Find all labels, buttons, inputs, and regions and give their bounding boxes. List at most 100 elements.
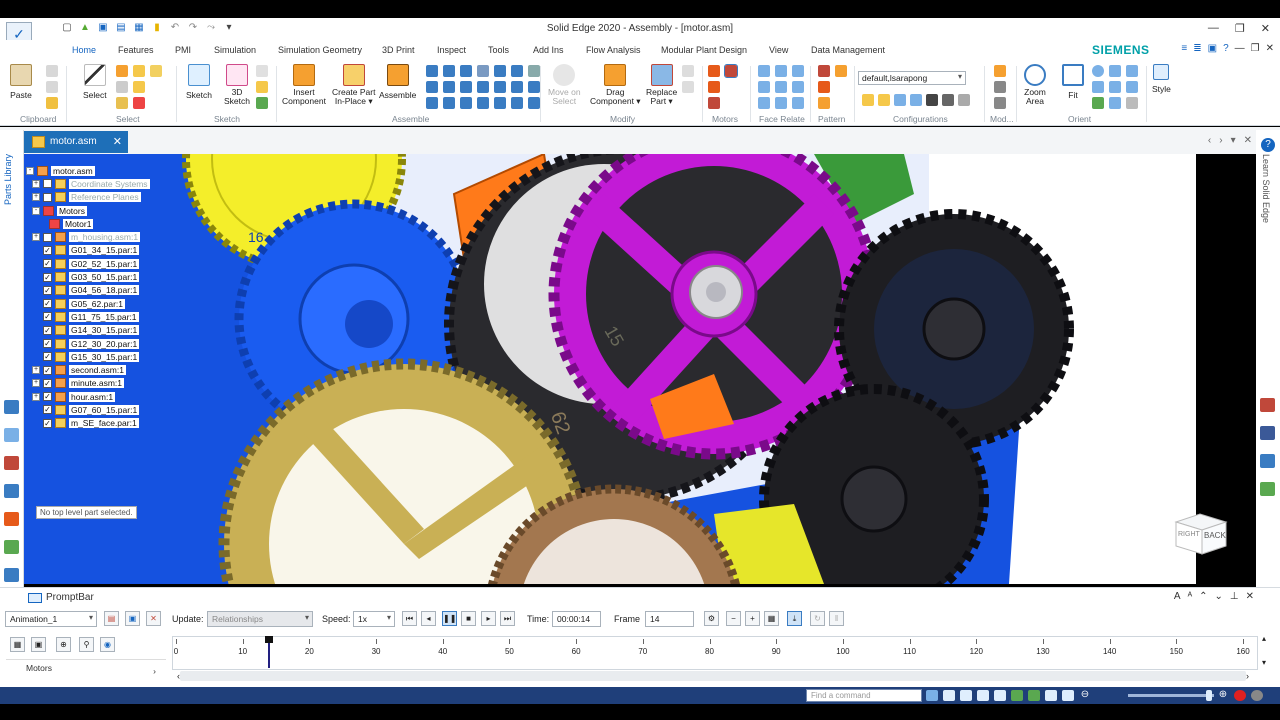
select-find-icon[interactable] <box>150 65 162 77</box>
tree-row[interactable]: ✓ G14_30_15.par:1 <box>26 324 166 337</box>
gear-settings-icon[interactable] <box>1251 690 1263 701</box>
features-icon[interactable] <box>4 540 19 554</box>
minimize-ribbon-icon[interactable]: — <box>1235 43 1245 54</box>
parallel-icon[interactable] <box>460 97 472 109</box>
youtube-icon[interactable] <box>1260 398 1275 412</box>
share-icon[interactable] <box>926 690 938 701</box>
tree-display-checkbox[interactable] <box>43 192 52 202</box>
sketch-pencil-icon[interactable] <box>256 97 268 109</box>
pan-view-icon[interactable] <box>994 690 1006 701</box>
tree-row[interactable]: ✓ G12_30_20.par:1 <box>26 337 166 350</box>
planar-icon[interactable] <box>426 81 438 93</box>
print-icon[interactable]: ▦ <box>132 22 146 34</box>
tab-scroll-right-icon[interactable]: › <box>1219 135 1222 146</box>
tree-display-checkbox[interactable]: ✓ <box>43 312 52 322</box>
tree-expand-toggle[interactable]: + <box>32 366 40 375</box>
tree-row[interactable]: ✓ G01_34_15.par:1 <box>26 244 166 257</box>
tab-list-icon[interactable]: ▾ <box>1231 135 1236 146</box>
timeline-scrollbar[interactable] <box>180 671 1246 681</box>
modify-transfer-icon[interactable] <box>682 81 694 93</box>
close-all-icon[interactable]: ✕ <box>1244 135 1252 146</box>
axial-icon[interactable] <box>511 65 523 77</box>
select-toggle-icon[interactable] <box>133 81 145 93</box>
redo-icon[interactable]: ↷ <box>186 22 200 34</box>
3d-viewport[interactable]: 16 62 15 <box>24 154 1196 584</box>
table-icon[interactable] <box>4 568 19 582</box>
match-icon[interactable] <box>426 97 438 109</box>
rigid-icon[interactable] <box>511 81 523 93</box>
along-curve-icon[interactable] <box>818 97 830 109</box>
zoom-out-timeline-icon[interactable]: − <box>726 611 741 626</box>
grid-icon[interactable] <box>528 65 540 77</box>
insert-icon[interactable] <box>460 65 472 77</box>
update-select[interactable]: Relationships <box>207 611 313 627</box>
notes-icon[interactable]: ▮ <box>150 22 164 34</box>
tree-expand-toggle[interactable]: + <box>32 179 40 188</box>
fix-icon[interactable] <box>511 97 523 109</box>
config-display-icon[interactable] <box>894 94 906 106</box>
path-icon[interactable] <box>494 81 506 93</box>
config-zone-icon[interactable] <box>910 94 922 106</box>
zoom-area-button[interactable]: Zoom Area <box>1024 64 1046 106</box>
orbit-icon[interactable] <box>1011 690 1023 701</box>
record-icon[interactable]: ▦ <box>764 611 779 626</box>
orient-green-icon[interactable] <box>1092 97 1104 109</box>
link-icon[interactable]: ⤳ <box>204 22 218 34</box>
expand-up-icon[interactable]: ⌃ <box>1199 591 1207 602</box>
undo-icon[interactable]: ↶ <box>168 22 182 34</box>
tab-simulation-geometry[interactable]: Simulation Geometry <box>278 45 362 55</box>
move-on-select-button[interactable]: Move on Select <box>548 64 581 106</box>
face-align-icon[interactable] <box>792 97 804 109</box>
tree-display-checkbox[interactable]: ✓ <box>43 285 52 295</box>
font-decrease-icon[interactable]: ᴬ <box>1188 591 1193 602</box>
tree-row[interactable]: + Reference Planes <box>26 191 166 204</box>
command-finder[interactable]: Find a command <box>806 689 922 702</box>
tree-row[interactable]: - motor.asm <box>26 164 166 177</box>
tree-expand-toggle[interactable]: - <box>26 166 34 175</box>
tab-features[interactable]: Features <box>118 45 154 55</box>
tree-display-checkbox[interactable]: ✓ <box>43 299 52 309</box>
view-cube[interactable]: RIGHT BACK <box>1172 508 1230 556</box>
timeline-scroll-up-icon[interactable]: ▴ <box>1262 634 1266 643</box>
tree-display-checkbox[interactable] <box>43 232 52 242</box>
assemble-button[interactable]: Assemble <box>379 64 416 100</box>
insert-component-button[interactable]: Insert Component <box>282 64 326 106</box>
sketch-copy-icon[interactable] <box>256 65 268 77</box>
modify-copy-icon[interactable] <box>682 65 694 77</box>
tree-row[interactable]: - Motors <box>26 204 166 217</box>
tab-pmi[interactable]: PMI <box>175 45 191 55</box>
pin-icon[interactable]: ⊥ <box>1230 591 1239 602</box>
pan-icon[interactable] <box>1092 81 1104 93</box>
tree-display-checkbox[interactable]: ✓ <box>43 259 52 269</box>
zoom-minus-icon[interactable]: ⊖ <box>1079 690 1091 701</box>
tree-row[interactable]: ✓ G15_30_15.par:1 <box>26 350 166 363</box>
tree-display-checkbox[interactable]: ✓ <box>43 405 52 415</box>
tree-display-checkbox[interactable]: ✓ <box>43 272 52 282</box>
3d-sketch-button[interactable]: 3D Sketch <box>224 64 250 106</box>
close-window-icon[interactable]: ✕ <box>1261 22 1270 35</box>
tree-row[interactable]: ✓ G05_62.par:1 <box>26 297 166 310</box>
new-document-icon[interactable]: ▢ <box>60 22 74 34</box>
face-tangent-icon[interactable] <box>792 65 804 77</box>
gear-relate-icon[interactable] <box>477 65 489 77</box>
sketch-link-icon[interactable] <box>256 81 268 93</box>
timeline-cursor[interactable] <box>265 636 274 668</box>
scroll-right-icon[interactable]: › <box>1246 671 1249 681</box>
mate-icon[interactable] <box>426 65 438 77</box>
tutorial-icon[interactable] <box>1260 482 1275 496</box>
select-box-icon[interactable] <box>116 81 128 93</box>
window-icon[interactable] <box>1045 690 1057 701</box>
tree-row[interactable]: ✓ G11_75_15.par:1 <box>26 310 166 323</box>
flip-icon[interactable] <box>528 97 540 109</box>
tab-flow-analysis[interactable]: Flow Analysis <box>586 45 641 55</box>
style-button[interactable]: Style <box>1152 64 1171 94</box>
sensors-icon[interactable] <box>4 484 19 498</box>
face-symm-icon[interactable] <box>775 97 787 109</box>
animation-tree-scroll-icon[interactable]: › <box>153 666 156 676</box>
sketch-button[interactable]: Sketch <box>186 64 212 100</box>
tree-expand-toggle[interactable]: - <box>32 206 40 215</box>
tree-row[interactable]: ✓ G02_52_15.par:1 <box>26 257 166 270</box>
tree-row[interactable]: + ✓ hour.asm:1 <box>26 390 166 403</box>
mod-pen-icon[interactable] <box>994 81 1006 93</box>
tree-display-checkbox[interactable]: ✓ <box>43 392 52 402</box>
